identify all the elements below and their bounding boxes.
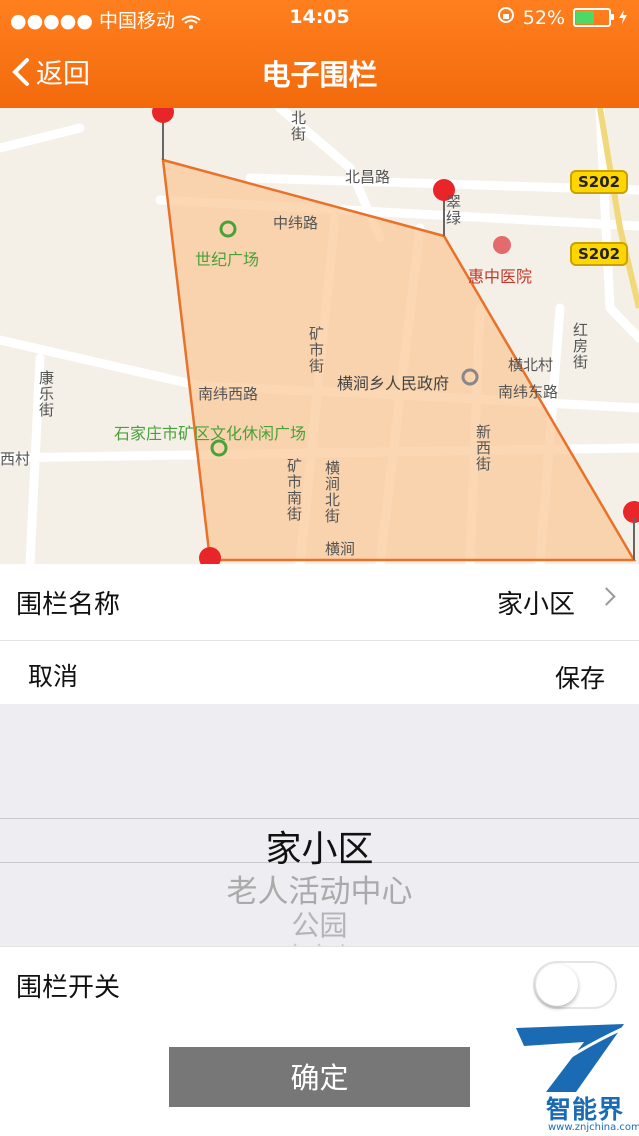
status-right: 52% (497, 6, 627, 29)
map-label-nanwei-west-rd: 南纬西路 (198, 385, 259, 403)
map-view[interactable]: 北街 北昌路 中纬路 世纪广场 惠中医院 翠绿 S202 S202 矿市街 横涧… (0, 108, 639, 564)
map-label-kuangshi-st: 矿市街 (307, 326, 325, 374)
save-button[interactable]: 保存 (555, 659, 605, 695)
picker-option[interactable]: 自家义 (0, 936, 639, 946)
map-pin-1 (152, 108, 174, 160)
nav-bar: 返回 电子围栏 (0, 40, 639, 104)
fence-name-value: 家小区 (496, 590, 575, 620)
map-label-xinxi-st: 新西街 (474, 424, 492, 472)
map-label-hengjian-north-st: 横涧北街 (323, 460, 341, 524)
highway-shield-s202-b: S202 (570, 242, 629, 266)
map-label-kangle-st: 康乐街 (37, 370, 55, 418)
map-label-leisure-square: 石家庄市矿区文化休闲广场 (114, 424, 307, 443)
watermark: 智能界 www.znjchina.com (506, 1020, 639, 1136)
map-label-century-square: 世纪广场 (195, 250, 260, 269)
map-label-nanwei-east-rd: 南纬东路 (498, 383, 559, 401)
chevron-right-icon (597, 587, 616, 606)
fence-name-label: 围栏名称 (16, 590, 121, 620)
map-label-cuilv: 翠绿 (444, 194, 462, 226)
picker-option[interactable]: 家小区 (0, 820, 639, 872)
confirm-button[interactable]: 确定 (169, 1047, 470, 1107)
fence-switch-row: 围栏开关 (0, 946, 639, 1024)
picker-toolbar: 取消 保存 (0, 641, 639, 704)
map-label-hengbei-village: 横北村 (508, 356, 554, 374)
fence-picker[interactable]: 家小区 老人活动中心 公园 自家义 (0, 704, 639, 946)
toggle-knob (536, 964, 578, 1006)
highway-shield-s202-a: S202 (570, 170, 629, 194)
map-label-hongfang-st: 红房街 (571, 322, 589, 370)
cancel-button[interactable]: 取消 (28, 657, 78, 693)
watermark-name: 智能界 (546, 1095, 625, 1124)
fence-toggle[interactable] (533, 961, 617, 1009)
hospital-marker (493, 236, 511, 254)
picker-selection-top-line (0, 818, 639, 819)
map-label-kuangshi-south-st: 矿市南街 (285, 458, 303, 522)
status-bar: ●●●●● 中国移动 14:05 52% (0, 0, 639, 36)
map-label-zhongwei-rd: 中纬路 (273, 214, 319, 232)
map-label-north-street: 北街 (289, 110, 307, 142)
top-bar: ●●●●● 中国移动 14:05 52% 返回 电子围栏 (0, 0, 639, 108)
charging-icon (619, 7, 627, 29)
fence-switch-label: 围栏开关 (16, 973, 121, 1003)
watermark-url: www.znjchina.com (548, 1122, 639, 1133)
battery-percent: 52% (522, 6, 565, 29)
map-label-govt: 横涧乡人民政府 (337, 374, 450, 393)
map-label-hengjian: 横涧 (325, 540, 356, 558)
fence-name-row[interactable]: 围栏名称 家小区 (0, 564, 639, 641)
battery-icon (573, 8, 614, 27)
map-label-hospital: 惠中医院 (468, 267, 533, 286)
map-label-beichang-rd: 北昌路 (345, 168, 391, 186)
rotation-lock-icon (497, 6, 515, 29)
watermark-logo-icon (516, 1024, 625, 1092)
page-title: 电子围栏 (261, 58, 378, 92)
map-label-xi-village: 西村 (0, 450, 31, 468)
